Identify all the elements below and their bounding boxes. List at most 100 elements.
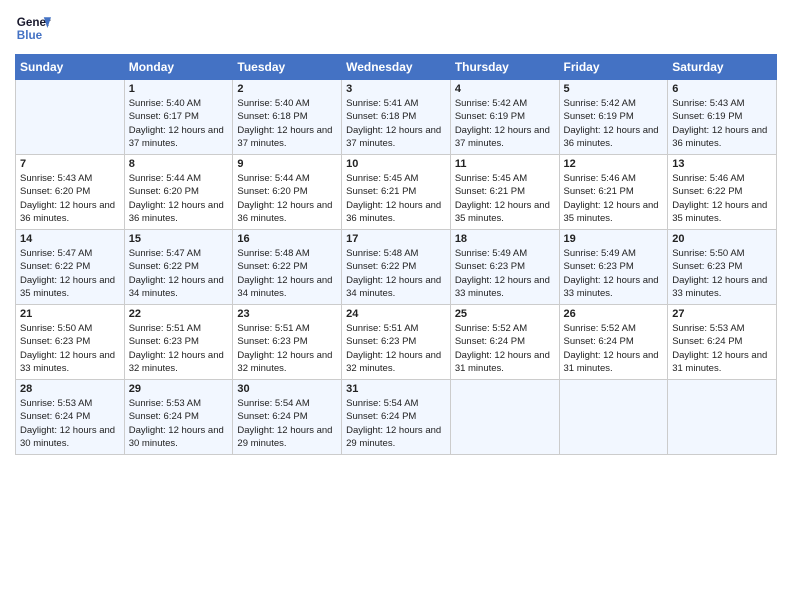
calendar-cell: 24 Sunrise: 5:51 AMSunset: 6:23 PMDayligh… <box>342 305 451 380</box>
day-info: Sunrise: 5:49 AMSunset: 6:23 PMDaylight:… <box>455 247 555 300</box>
sunrise: Sunrise: 5:44 AM <box>237 173 309 184</box>
day-info: Sunrise: 5:42 AMSunset: 6:19 PMDaylight:… <box>455 97 555 150</box>
sunset: Sunset: 6:21 PM <box>346 186 416 197</box>
calendar-cell: 23Sunrise: 5:51 AMSunset: 6:23 PMDayligh… <box>233 305 342 380</box>
daylight: Daylight: 12 hours and 34 minutes. <box>346 275 441 299</box>
col-header-wednesday: Wednesday <box>342 55 451 80</box>
day-number: 1 <box>129 83 229 95</box>
sunset: Sunset: 6:24 PM <box>346 411 416 422</box>
calendar-cell: 18Sunrise: 5:49 AMSunset: 6:23 PMDayligh… <box>450 230 559 305</box>
sunrise: Sunrise: 5:46 AM <box>672 173 744 184</box>
day-number: 13 <box>672 158 772 170</box>
calendar-cell: 11Sunrise: 5:45 AMSunset: 6:21 PMDayligh… <box>450 155 559 230</box>
col-header-tuesday: Tuesday <box>233 55 342 80</box>
day-info: Sunrise: 5:43 AMSunset: 6:20 PMDaylight:… <box>20 172 120 225</box>
sunset: Sunset: 6:18 PM <box>237 111 307 122</box>
day-info: Sunrise: 5:41 AMSunset: 6:18 PMDaylight:… <box>346 97 446 150</box>
daylight: Daylight: 12 hours and 31 minutes. <box>564 350 659 374</box>
week-row-5: 28 Sunrise: 5:53 AM Sunset: 6:24 PM Dayligh… <box>16 380 777 455</box>
sunrise: Sunrise: 5:50 AM <box>20 323 92 334</box>
week-row-2: 7Sunrise: 5:43 AMSunset: 6:20 PMDaylight… <box>16 155 777 230</box>
svg-text:Blue: Blue <box>17 29 43 42</box>
calendar-cell: 14Sunrise: 5:47 AMSunset: 6:22 PMDayligh… <box>16 230 125 305</box>
col-header-friday: Friday <box>559 55 668 80</box>
sunrise: Sunrise: 5:40 AM <box>237 98 309 109</box>
daylight: Daylight: 12 hours and 35 minutes. <box>455 200 550 224</box>
sunrise: Sunrise: 5:43 AM <box>672 98 744 109</box>
daylight: Daylight: 12 hours and 37 minutes. <box>346 125 441 149</box>
daylight: Daylight: 12 hours and 33 minutes. <box>20 350 115 374</box>
sunrise: Sunrise: 5:53 AM <box>20 398 92 409</box>
calendar-table: SundayMondayTuesdayWednesdayThursdayFrid… <box>15 54 777 455</box>
day-number: 22 <box>129 308 229 320</box>
sunset: Sunset: 6:24 PM <box>672 336 742 347</box>
daylight: Daylight: 12 hours and 30 minutes. <box>129 425 224 449</box>
week-row-1: 1 Sunrise: 5:40 AM Sunset: 6:17 PM Daylight… <box>16 80 777 155</box>
day-number: 24 <box>346 308 446 320</box>
sunrise: Sunrise: 5:51 AM <box>237 323 309 334</box>
day-info: Sunrise: 5:46 AMSunset: 6:21 PMDaylight:… <box>564 172 664 225</box>
calendar-cell: 25 Sunrise: 5:52 AMSunset: 6:24 PMDayligh… <box>450 305 559 380</box>
day-number: 20 <box>672 233 772 245</box>
sunrise: Sunrise: 5:46 AM <box>564 173 636 184</box>
page-container: General Blue SundayMondayTuesdayWednesda… <box>0 0 792 465</box>
sunset: Sunset: 6:19 PM <box>564 111 634 122</box>
daylight: Daylight: 12 hours and 36 minutes. <box>20 200 115 224</box>
day-number: 25 <box>455 308 555 320</box>
day-number: 26 <box>564 308 664 320</box>
day-number: 2 <box>237 83 337 95</box>
daylight: Daylight: 12 hours and 36 minutes. <box>129 200 224 224</box>
daylight: Daylight: 12 hours and 33 minutes. <box>564 275 659 299</box>
col-header-monday: Monday <box>124 55 233 80</box>
sunset: Sunset: 6:22 PM <box>672 186 742 197</box>
sunset: Sunset: 6:17 PM <box>129 111 199 122</box>
week-row-3: 14Sunrise: 5:47 AMSunset: 6:22 PMDayligh… <box>16 230 777 305</box>
sunset: Sunset: 6:21 PM <box>455 186 525 197</box>
day-number: 31 <box>346 383 446 395</box>
sunset: Sunset: 6:22 PM <box>346 261 416 272</box>
day-info: Sunrise: 5:53 AMSunset: 6:24 PMDaylight:… <box>20 397 120 450</box>
day-info: Sunrise: 5:51 AMSunset: 6:23 PMDaylight:… <box>346 322 446 375</box>
sunset: Sunset: 6:21 PM <box>564 186 634 197</box>
daylight: Daylight: 12 hours and 32 minutes. <box>346 350 441 374</box>
col-header-thursday: Thursday <box>450 55 559 80</box>
daylight: Daylight: 12 hours and 35 minutes. <box>672 200 767 224</box>
calendar-cell: 3Sunrise: 5:41 AMSunset: 6:18 PMDaylight… <box>342 80 451 155</box>
daylight: Daylight: 12 hours and 36 minutes. <box>237 200 332 224</box>
sunset: Sunset: 6:20 PM <box>20 186 90 197</box>
daylight: Daylight: 12 hours and 36 minutes. <box>346 200 441 224</box>
daylight: Daylight: 12 hours and 29 minutes. <box>237 425 332 449</box>
calendar-cell: 5Sunrise: 5:42 AMSunset: 6:19 PMDaylight… <box>559 80 668 155</box>
daylight: Daylight: 12 hours and 32 minutes. <box>237 350 332 374</box>
sunrise: Sunrise: 5:51 AM <box>129 323 201 334</box>
day-number: 21 <box>20 308 120 320</box>
calendar-cell: 19Sunrise: 5:49 AMSunset: 6:23 PMDayligh… <box>559 230 668 305</box>
header-row: SundayMondayTuesdayWednesdayThursdayFrid… <box>16 55 777 80</box>
day-info: Sunrise: 5:46 AM Sunset: 6:22 PM Daylight:… <box>672 172 772 225</box>
day-number: 10 <box>346 158 446 170</box>
daylight: Daylight: 12 hours and 35 minutes. <box>20 275 115 299</box>
day-number: 28 <box>20 383 120 395</box>
calendar-cell: 22Sunrise: 5:51 AMSunset: 6:23 PMDayligh… <box>124 305 233 380</box>
sunrise: Sunrise: 5:48 AM <box>346 248 418 259</box>
sunrise: Sunrise: 5:41 AM <box>346 98 418 109</box>
sunrise: Sunrise: 5:49 AM <box>564 248 636 259</box>
calendar-cell: 2Sunrise: 5:40 AMSunset: 6:18 PMDaylight… <box>233 80 342 155</box>
sunset: Sunset: 6:24 PM <box>20 411 90 422</box>
calendar-cell: 27Sunrise: 5:53 AMSunset: 6:24 PMDayligh… <box>668 305 777 380</box>
sunrise: Sunrise: 5:48 AM <box>237 248 309 259</box>
day-info: Sunrise: 5:52 AMSunset: 6:24 PMDaylight:… <box>455 322 555 375</box>
calendar-cell: 9Sunrise: 5:44 AMSunset: 6:20 PMDaylight… <box>233 155 342 230</box>
day-number: 9 <box>237 158 337 170</box>
calendar-cell: 26Sunrise: 5:52 AMSunset: 6:24 PMDayligh… <box>559 305 668 380</box>
calendar-cell: 10Sunrise: 5:45 AMSunset: 6:21 PMDayligh… <box>342 155 451 230</box>
day-number: 30 <box>237 383 337 395</box>
day-info: Sunrise: 5:54 AMSunset: 6:24 PMDaylight:… <box>346 397 446 450</box>
calendar-cell: 4Sunrise: 5:42 AMSunset: 6:19 PMDaylight… <box>450 80 559 155</box>
daylight: Daylight: 12 hours and 32 minutes. <box>129 350 224 374</box>
calendar-cell: 15Sunrise: 5:47 AMSunset: 6:22 PMDayligh… <box>124 230 233 305</box>
day-number: 11 <box>455 158 555 170</box>
day-info: Sunrise: 5:54 AMSunset: 6:24 PMDaylight:… <box>237 397 337 450</box>
day-number: 23 <box>237 308 337 320</box>
calendar-cell: 8Sunrise: 5:44 AMSunset: 6:20 PMDaylight… <box>124 155 233 230</box>
